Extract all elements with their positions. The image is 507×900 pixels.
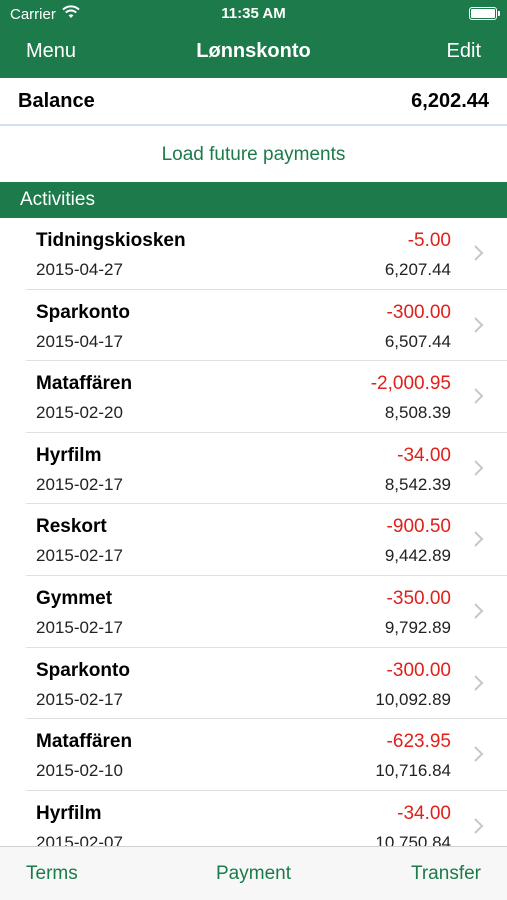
balance-value: 6,202.44 <box>411 90 489 112</box>
tab-bar: Terms Payment Transfer <box>0 846 507 900</box>
transaction-date: 2015-04-17 <box>36 331 123 351</box>
transaction-row[interactable]: Gymmet 2015-02-17 -350.00 9,792.89 <box>0 576 507 648</box>
transaction-date: 2015-02-17 <box>36 689 123 709</box>
transaction-amount: -350.00 <box>386 587 451 609</box>
transaction-date: 2015-02-10 <box>36 761 123 781</box>
chevron-right-icon <box>474 746 484 762</box>
transaction-row[interactable]: Mataffären 2015-02-20 -2,000.95 8,508.39 <box>0 361 507 433</box>
transaction-name: Hyrfilm <box>36 802 102 824</box>
chevron-right-icon <box>474 603 484 619</box>
transaction-amount: -623.95 <box>386 731 451 753</box>
transaction-amount: -34.00 <box>397 444 451 466</box>
tab-transfer[interactable]: Transfer <box>411 863 481 885</box>
transaction-balance: 8,508.39 <box>384 403 451 423</box>
chevron-right-icon <box>474 531 484 548</box>
transaction-amount: -900.50 <box>386 516 451 538</box>
chevron-right-icon <box>474 674 484 691</box>
chevron-right-icon <box>474 818 484 834</box>
transaction-date: 2015-02-17 <box>36 617 123 637</box>
transaction-name: Mataffären <box>36 731 133 753</box>
transaction-amount: -34.00 <box>397 802 451 824</box>
transaction-name: Gymmet <box>36 587 113 609</box>
chevron-right-icon <box>474 245 484 261</box>
transaction-name: Mataffären <box>36 373 133 395</box>
transaction-row[interactable]: Hyrfilm 2015-02-07 -34.00 10,750.84 <box>0 791 507 846</box>
section-header-activities: Activities <box>0 182 507 218</box>
transaction-date: 2015-02-07 <box>36 832 123 846</box>
balance-label: Balance <box>18 90 95 112</box>
transaction-row[interactable]: Sparkonto 2015-02-17 -300.00 10,092.89 <box>0 648 507 720</box>
status-bar: Carrier 11:35 AM <box>0 0 507 28</box>
transaction-date: 2015-02-20 <box>36 403 123 423</box>
transaction-amount: -300.00 <box>386 301 451 323</box>
transaction-balance: 10,750.84 <box>375 832 451 846</box>
transaction-amount: -300.00 <box>386 659 451 681</box>
transaction-row[interactable]: Hyrfilm 2015-02-17 -34.00 8,542.39 <box>0 433 507 505</box>
chevron-right-icon <box>474 316 484 333</box>
transaction-name: Sparkonto <box>36 659 130 681</box>
balance-row: Balance 6,202.44 <box>0 78 507 126</box>
activities-list[interactable]: Tidningskiosken 2015-04-27 -5.00 6,207.4… <box>0 218 507 846</box>
menu-button[interactable]: Menu <box>26 40 76 63</box>
transaction-name: Reskort <box>36 516 107 538</box>
transaction-date: 2015-04-27 <box>36 260 123 279</box>
transaction-amount: -2,000.95 <box>370 373 451 395</box>
transaction-row[interactable]: Sparkonto 2015-04-17 -300.00 6,507.44 <box>0 290 507 362</box>
transaction-row[interactable]: Tidningskiosken 2015-04-27 -5.00 6,207.4… <box>0 218 507 290</box>
load-future-payments-button[interactable]: Load future payments <box>0 128 507 182</box>
transaction-balance: 6,207.44 <box>384 260 451 279</box>
clock: 11:35 AM <box>221 5 286 22</box>
transaction-balance: 10,716.84 <box>375 761 451 781</box>
edit-button[interactable]: Edit <box>447 40 481 63</box>
tab-payment[interactable]: Payment <box>216 863 291 884</box>
battery-icon <box>469 7 500 20</box>
transaction-row[interactable]: Mataffären 2015-02-10 -623.95 10,716.84 <box>0 719 507 791</box>
transaction-balance: 9,792.89 <box>384 617 451 637</box>
transaction-name: Hyrfilm <box>36 444 102 466</box>
chevron-right-icon <box>474 460 484 476</box>
transaction-balance: 6,507.44 <box>384 331 451 351</box>
transaction-row[interactable]: Reskort 2015-02-17 -900.50 9,442.89 <box>0 504 507 576</box>
transaction-name: Sparkonto <box>36 301 130 323</box>
transaction-date: 2015-02-17 <box>36 474 123 494</box>
chevron-right-icon <box>474 388 484 404</box>
transaction-balance: 10,092.89 <box>375 689 451 709</box>
transaction-amount: -5.00 <box>407 230 451 251</box>
transaction-date: 2015-02-17 <box>36 546 123 566</box>
tab-terms[interactable]: Terms <box>26 863 78 885</box>
transaction-balance: 8,542.39 <box>384 474 451 494</box>
transaction-balance: 9,442.89 <box>384 546 451 566</box>
transaction-name: Tidningskiosken <box>36 230 186 251</box>
